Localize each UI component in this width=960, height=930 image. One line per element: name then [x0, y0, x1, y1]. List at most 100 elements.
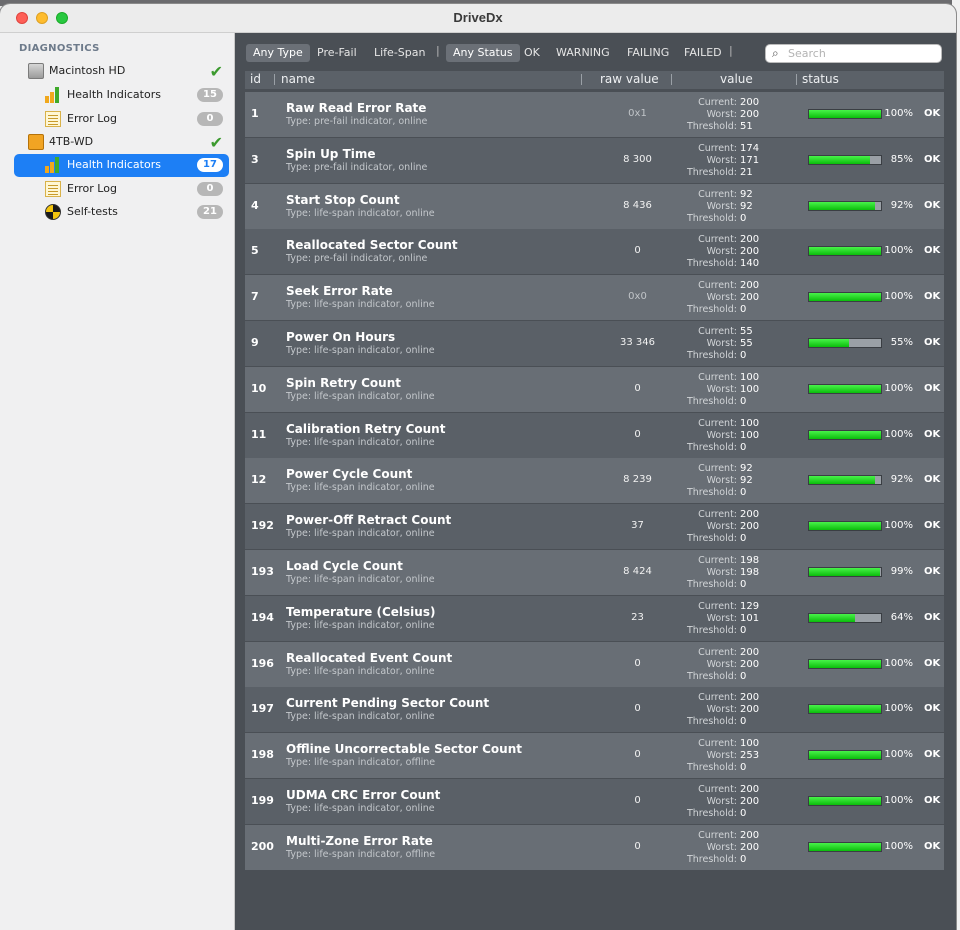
table-row[interactable]: 4 Start Stop Count Type: life-span indicat… [245, 183, 944, 229]
health-progress-bar [808, 795, 882, 806]
worst-label: Worst: [706, 429, 737, 441]
sidebar-item-health-indicators-selected[interactable]: Health Indicators 17 [14, 154, 229, 177]
table-row[interactable]: 200 Multi-Zone Error Rate Type: life-span … [245, 824, 944, 870]
attribute-name: Offline Uncorrectable Sector Count [286, 742, 522, 757]
sidebar-drive-4tb-wd[interactable]: 4TB-WD ✔ [14, 131, 229, 154]
bar-chart-icon [45, 157, 61, 173]
attribute-type: Type: life-span indicator, online [286, 390, 435, 402]
count-badge: 17 [197, 158, 223, 172]
threshold-value: 0 [740, 624, 747, 636]
column-divider[interactable] [274, 74, 275, 85]
sidebar-item-error-log[interactable]: Error Log 0 [14, 178, 229, 201]
column-divider[interactable] [796, 74, 797, 85]
worst-value: 200 [740, 704, 760, 716]
worst-label: Worst: [706, 704, 737, 716]
column-header-status[interactable]: status [802, 72, 839, 86]
health-progress-fill [809, 384, 881, 393]
table-row[interactable]: 11 Calibration Retry Count Type: life-span… [245, 412, 944, 458]
attribute-type: Type: life-span indicator, online [286, 436, 435, 448]
table-row[interactable]: 5 Reallocated Sector Count Type: pre-fail … [245, 229, 944, 275]
filter-any-status[interactable]: Any Status [446, 44, 520, 62]
hdd-icon [28, 134, 44, 150]
filter-life-span[interactable]: Life-Span [367, 44, 432, 62]
table-row[interactable]: 9 Power On Hours Type: life-span indicator… [245, 320, 944, 366]
sidebar-item-health-indicators[interactable]: Health Indicators 15 [14, 84, 229, 107]
filter-failed[interactable]: FAILED [677, 44, 729, 62]
health-progress-bar [808, 200, 882, 211]
sidebar-drive-macintosh-hd[interactable]: Macintosh HD ✔ [14, 60, 229, 83]
count-badge: 0 [197, 112, 223, 126]
current-value: 200 [740, 692, 760, 704]
status-label: OK [924, 245, 941, 257]
sidebar-item-error-log[interactable]: Error Log 0 [14, 108, 229, 131]
table-row[interactable]: 192 Power-Off Retract Count Type: life-spa… [245, 504, 944, 550]
table-row[interactable]: 197 Current Pending Sector Count Type: lif… [245, 687, 944, 733]
current-value: 92 [740, 463, 753, 475]
threshold-value: 140 [740, 258, 760, 270]
current-label: Current: [698, 280, 737, 292]
table-row[interactable]: 3 Spin Up Time Type: pre-fail indicator, o… [245, 137, 944, 183]
disk-icon [28, 63, 44, 79]
health-percent: 99% [890, 565, 913, 577]
table-row[interactable]: 199 UDMA CRC Error Count Type: life-span i… [245, 778, 944, 824]
attribute-id: 194 [251, 610, 274, 624]
column-divider[interactable] [671, 74, 672, 85]
table-row[interactable]: 193 Load Cycle Count Type: life-span indic… [245, 549, 944, 595]
worst-label: Worst: [706, 521, 737, 533]
health-progress-bar [808, 658, 882, 669]
table-row[interactable]: 10 Spin Retry Count Type: life-span indica… [245, 366, 944, 412]
current-label: Current: [698, 234, 737, 246]
current-label: Current: [698, 463, 737, 475]
attribute-id: 197 [251, 702, 274, 716]
sidebar-heading: DIAGNOSTICS [19, 43, 100, 54]
table-row[interactable]: 1 Raw Read Error Rate Type: pre-fail indic… [245, 92, 944, 137]
worst-label: Worst: [706, 383, 737, 395]
worst-value: 200 [740, 658, 760, 670]
filter-ok[interactable]: OK [517, 44, 547, 62]
check-icon: ✔ [209, 133, 223, 152]
worst-value: 171 [740, 154, 760, 166]
current-label: Current: [698, 325, 737, 337]
table-row[interactable]: 12 Power Cycle Count Type: life-span indic… [245, 458, 944, 504]
attribute-name: Reallocated Event Count [286, 650, 453, 665]
current-value: 200 [740, 97, 760, 108]
worst-value: 200 [740, 246, 760, 258]
column-header-name[interactable]: name [281, 72, 315, 86]
attribute-id: 199 [251, 793, 274, 807]
filter-failing[interactable]: FAILING [620, 44, 676, 62]
health-progress-bar [808, 475, 882, 486]
search-input[interactable] [788, 46, 938, 61]
current-value: 55 [740, 325, 753, 337]
sidebar-item-self-tests[interactable]: Self-tests 21 [14, 201, 229, 224]
filter-any-type[interactable]: Any Type [246, 44, 310, 62]
status-label: OK [924, 749, 941, 761]
table-row[interactable]: 198 Offline Uncorrectable Sector Count Typ… [245, 733, 944, 779]
column-header-value[interactable]: value [720, 72, 753, 86]
health-percent: 100% [884, 428, 913, 440]
filter-warning[interactable]: WARNING [549, 44, 617, 62]
current-value: 100 [740, 371, 760, 383]
column-header-raw-value[interactable]: raw value [600, 72, 659, 86]
filter-pre-fail[interactable]: Pre-Fail [310, 44, 364, 62]
worst-label: Worst: [706, 246, 737, 258]
table-row[interactable]: 7 Seek Error Rate Type: life-span indicato… [245, 275, 944, 321]
health-progress-fill [809, 659, 881, 668]
sidebar-item-label: Error Log [67, 182, 117, 195]
table-row[interactable]: 196 Reallocated Event Count Type: life-spa… [245, 641, 944, 687]
attribute-name: Reallocated Sector Count [286, 238, 458, 253]
worst-label: Worst: [706, 841, 737, 853]
column-divider[interactable] [581, 74, 582, 85]
threshold-value: 0 [740, 487, 747, 499]
attribute-id: 7 [251, 290, 259, 304]
table-row[interactable]: 194 Temperature (Celsius) Type: life-span … [245, 595, 944, 641]
threshold-value: 0 [740, 716, 747, 728]
health-progress-bar [808, 383, 882, 394]
current-label: Current: [698, 554, 737, 566]
column-header-id[interactable]: id [250, 72, 261, 86]
attribute-name: Multi-Zone Error Rate [286, 833, 433, 848]
status-label: OK [924, 108, 941, 119]
threshold-label: Threshold: [686, 487, 737, 499]
current-value: 200 [740, 234, 760, 246]
search-box[interactable]: ⌕ [765, 44, 942, 63]
health-progress-fill [809, 842, 881, 851]
